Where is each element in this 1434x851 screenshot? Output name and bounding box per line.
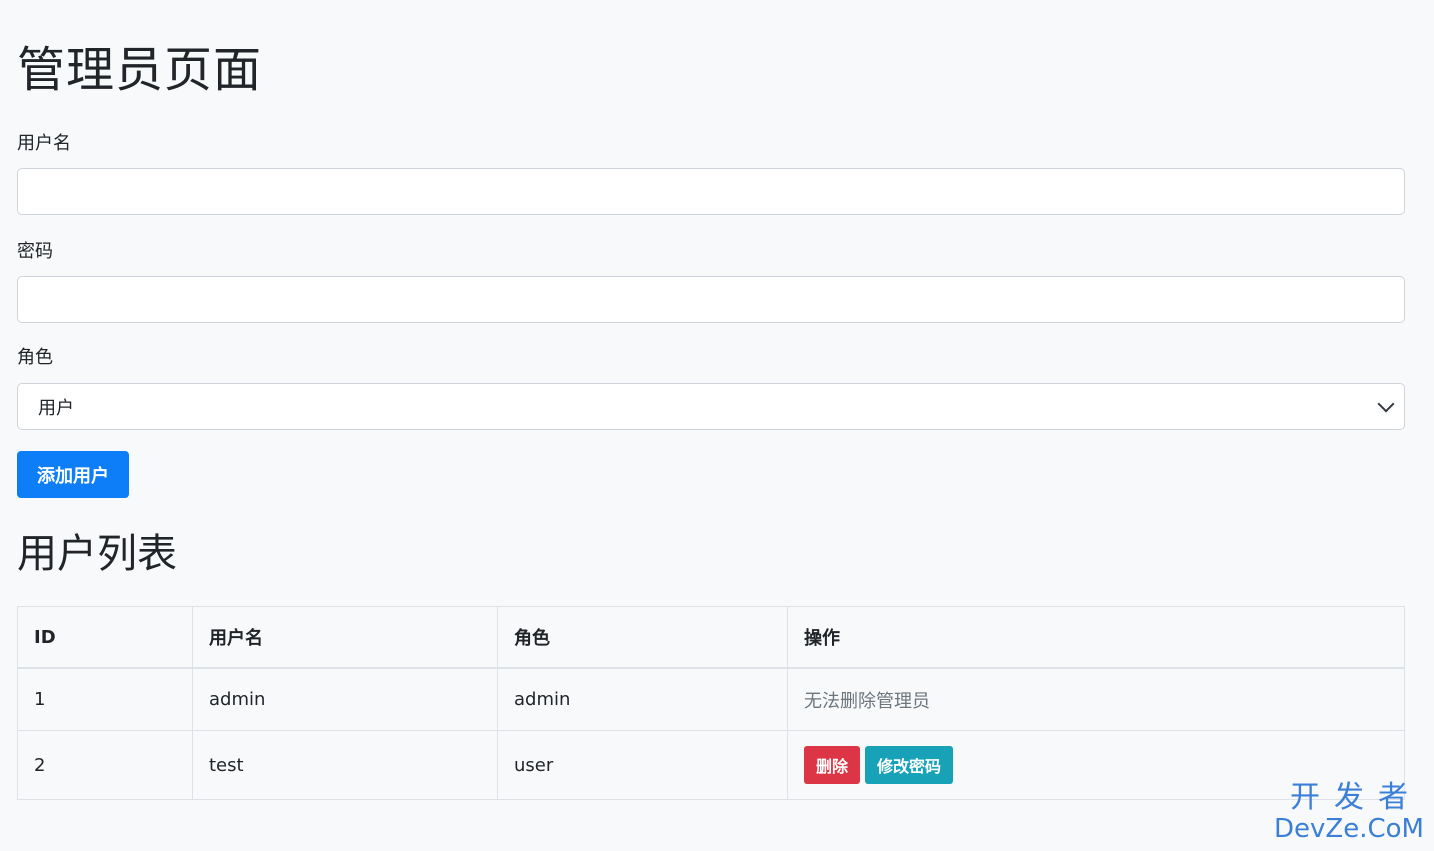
cell-username: test <box>192 730 498 800</box>
cell-action-note: 无法删除管理员 <box>787 667 1405 731</box>
row-action-buttons: 删除 修改密码 <box>804 746 1388 784</box>
admin-page: 管理员页面 用户名 密码 角色 用户 添加用户 用户列表 ID 用户名 角色 操… <box>0 0 1434 851</box>
cell-role: user <box>497 730 788 800</box>
password-input[interactable] <box>17 276 1405 323</box>
cell-id: 1 <box>17 667 193 731</box>
delete-user-button[interactable]: 删除 <box>804 746 861 784</box>
cell-id: 2 <box>17 730 193 800</box>
table-header-row: ID 用户名 角色 操作 <box>17 606 1405 669</box>
role-label: 角色 <box>17 347 53 368</box>
watermark-logo: 开发者 DevZe.CoM <box>1274 781 1424 844</box>
add-user-button[interactable]: 添加用户 <box>17 451 129 498</box>
cell-username: admin <box>192 667 498 731</box>
page-title: 管理员页面 <box>17 42 263 98</box>
user-table: ID 用户名 角色 操作 1 admin admin 无法删除管理员 2 tes… <box>17 606 1405 800</box>
column-header-role: 角色 <box>497 606 788 669</box>
column-header-actions: 操作 <box>787 606 1405 669</box>
user-list-title: 用户列表 <box>17 531 177 577</box>
username-input[interactable] <box>17 168 1405 215</box>
column-header-id: ID <box>17 606 193 669</box>
watermark-line2: DevZe.CoM <box>1274 814 1424 844</box>
role-select[interactable]: 用户 <box>17 383 1405 430</box>
table-row: 2 test user 删除 修改密码 <box>17 730 1405 800</box>
username-label: 用户名 <box>17 133 71 154</box>
watermark-line1: 开发者 <box>1290 780 1422 815</box>
chevron-down-icon <box>1377 395 1395 412</box>
cell-role: admin <box>497 667 788 731</box>
table-row: 1 admin admin 无法删除管理员 <box>17 667 1405 731</box>
column-header-username: 用户名 <box>192 606 498 669</box>
role-select-value: 用户 <box>38 397 74 419</box>
password-label: 密码 <box>17 241 53 262</box>
change-password-button[interactable]: 修改密码 <box>865 746 954 784</box>
